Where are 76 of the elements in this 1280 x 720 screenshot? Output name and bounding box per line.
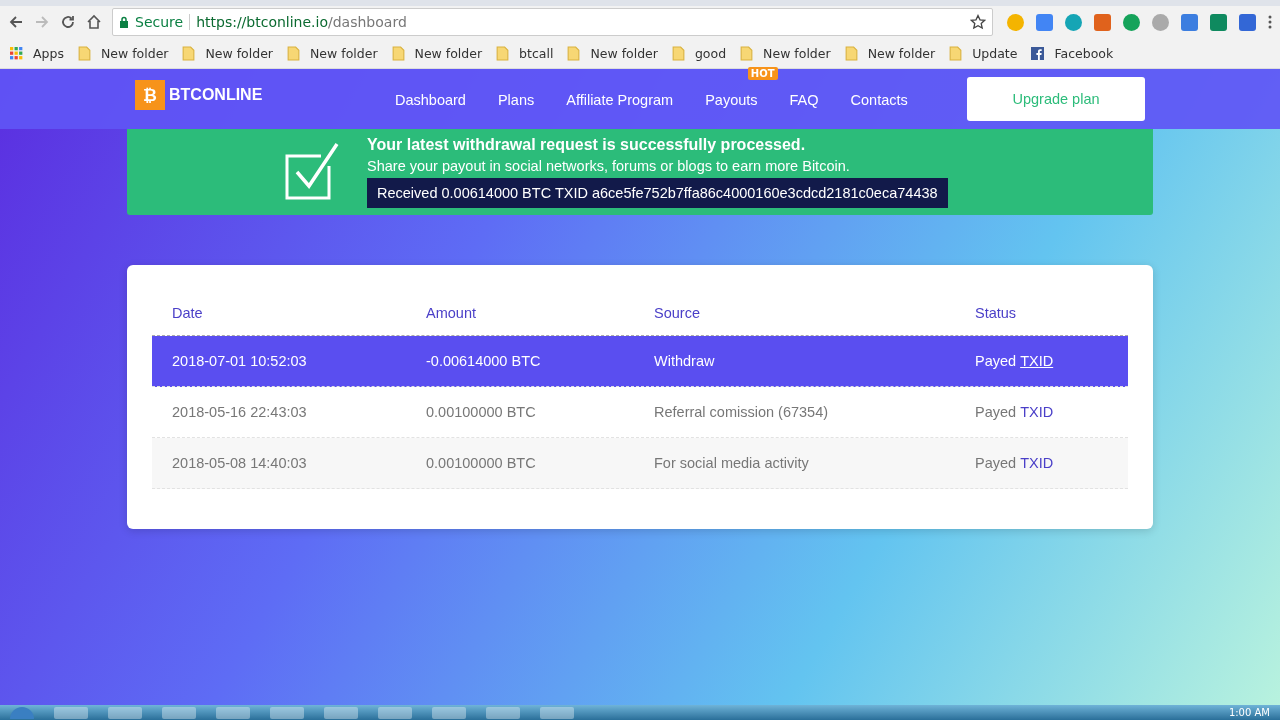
bookmark-item[interactable]: btcall <box>496 45 554 61</box>
folder-icon <box>949 45 963 61</box>
amount-cell-text: -0.00614000 BTC <box>426 353 542 369</box>
folder-icon <box>496 45 510 61</box>
column-header: Status <box>975 305 1018 321</box>
site-logo: BTCONLINE <box>169 86 263 104</box>
nav-link[interactable]: Dashboard <box>395 91 466 108</box>
nav-link[interactable]: Affiliate Program <box>566 91 674 108</box>
menu-icon[interactable] <box>1268 14 1272 30</box>
folder-icon <box>844 45 858 61</box>
address-bar[interactable]: Secure https://btconline.io/dashboard <box>112 8 993 36</box>
extension-icon[interactable] <box>1210 13 1227 31</box>
extension-icon[interactable] <box>1123 13 1140 31</box>
extension-icon[interactable] <box>1036 13 1053 31</box>
date-cell-text: 2018-05-16 22:43:03 <box>172 404 308 420</box>
banner-text: Share your payout in social networks, forums or blogs to earn more Bitcoin. <box>367 158 851 174</box>
secure-label: Secure <box>135 14 184 30</box>
nav-link[interactable]: Contacts <box>850 91 908 108</box>
nav-link[interactable]: FAQ <box>789 91 819 108</box>
date-cell-text: 2018-07-01 10:52:03 <box>172 353 308 369</box>
column-header: Amount <box>426 305 477 321</box>
folder-icon <box>182 45 196 61</box>
extension-icon[interactable] <box>1094 13 1111 31</box>
source-cell-text: For social media activity <box>654 455 810 471</box>
extension-icon[interactable] <box>1065 13 1082 31</box>
txid-link[interactable]: TXID <box>1020 353 1054 369</box>
star-icon[interactable] <box>970 14 986 30</box>
folder-icon <box>287 45 300 61</box>
transaction-receipt: Received 0.00614000 BTC TXID a6ce5fe752b7ffa86c4000160e3cdcd2181c0eca74438 <box>367 178 948 208</box>
column-header: Source <box>654 305 701 321</box>
lock-icon <box>119 16 129 28</box>
reload-icon[interactable] <box>60 14 76 30</box>
transaction-row[interactable]: 2018-07-01 10:52:03 -0.00614000 BTC Withdraw Payed TXID <box>152 336 1128 387</box>
extension-icon[interactable] <box>1239 13 1256 31</box>
nav-link[interactable]: Plans <box>497 91 535 108</box>
bookmark-item[interactable]: New folder <box>740 45 831 61</box>
bookmark-item[interactable]: New folder <box>77 45 169 61</box>
status-text: Payed <box>975 353 1017 369</box>
amount-cell-text: 0.00100000 BTC <box>426 455 537 471</box>
bitcoin-logo-icon: ₿ <box>135 80 165 110</box>
folder-icon <box>77 45 91 61</box>
folder-icon <box>567 45 581 61</box>
banner-title: Your latest withdrawal request is successfully processed. <box>367 136 807 154</box>
source-cell-text: Withdraw <box>654 353 716 369</box>
bookmark-item[interactable]: New folder <box>567 45 658 61</box>
txid-link[interactable]: TXID <box>1020 404 1054 420</box>
bookmark-item[interactable]: good <box>671 45 727 61</box>
bookmark-item[interactable]: Facebook <box>1031 45 1114 61</box>
txid-link[interactable]: TXID <box>1020 455 1054 471</box>
status-text: Payed <box>975 455 1017 471</box>
source-cell-text: Referral comission (67354) <box>654 404 830 420</box>
clock-text: 1:00 AM <box>1228 707 1270 718</box>
apps-grid-icon <box>10 45 23 61</box>
folder-icon <box>391 45 405 61</box>
status-text: Payed <box>975 404 1017 420</box>
home-icon[interactable] <box>86 14 102 30</box>
date-cell-text: 2018-05-08 14:40:03 <box>172 455 308 471</box>
column-header: Date <box>172 305 204 321</box>
bookmark-item[interactable]: New folder <box>182 45 273 61</box>
amount-cell-text: 0.00100000 BTC <box>426 404 537 420</box>
forward-icon[interactable] <box>34 14 50 30</box>
facebook-icon <box>1031 45 1045 61</box>
bookmark-item[interactable]: New folder <box>391 45 483 61</box>
url-text: https://btconline.io/dashboard <box>196 14 408 30</box>
back-icon[interactable] <box>8 14 24 30</box>
folder-icon <box>671 45 685 61</box>
extension-icon[interactable] <box>1152 13 1169 31</box>
nav-link[interactable]: Payouts <box>705 91 758 108</box>
extension-icon[interactable] <box>1181 13 1198 31</box>
bookmark-item[interactable]: New folder <box>844 45 936 61</box>
folder-icon <box>740 45 754 61</box>
checkbox-check-icon <box>285 142 339 202</box>
bookmark-item[interactable]: New folder <box>287 45 378 61</box>
bookmark-item[interactable]: Update <box>949 45 1018 61</box>
bookmark-item[interactable]: Apps <box>10 45 64 61</box>
transaction-row[interactable]: 2018-05-08 14:40:03 0.00100000 BTC For social media activity Payed TXID <box>152 438 1128 489</box>
